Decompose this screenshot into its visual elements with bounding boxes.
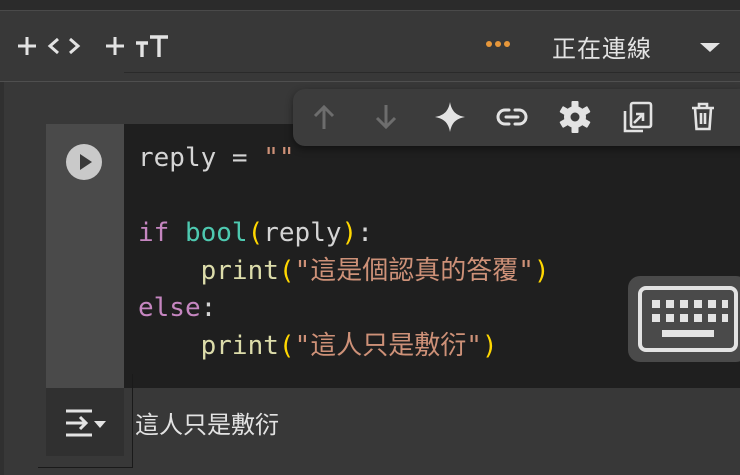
code-token: reply [263,218,342,248]
code-token: ( [278,255,295,286]
output-actions-button[interactable] [60,400,110,446]
code-token: ( [278,330,295,361]
code-token: reply [138,143,217,173]
code-token: : [357,218,373,248]
output-divider-vertical [132,374,133,468]
delete-cell-button[interactable] [685,99,721,135]
code-token: ( [247,218,264,248]
add-text-button[interactable] [104,31,174,61]
cell-top-divider [124,72,740,73]
virtual-keyboard-button[interactable] [628,276,740,362]
window-top-strip [0,0,740,11]
cell-toolbar [293,89,740,146]
move-cell-down-button[interactable] [368,99,404,135]
code-token: bool [184,218,248,248]
dot-2 [495,41,501,47]
run-cell-button[interactable] [66,144,102,180]
code-token: "這人只是敷衍" [294,330,482,361]
code-token: ) [341,218,358,248]
code-token: ) [533,255,550,286]
connection-dropdown-button[interactable] [698,39,722,58]
code-token: print [200,330,279,361]
mirror-cell-icon [623,101,653,133]
code-token: "" [263,143,295,173]
code-token: : [200,293,217,323]
move-cell-up-button[interactable] [306,99,342,135]
plus-text-icon [106,35,168,57]
output-divider-horizontal [38,467,133,468]
gemini-button[interactable] [432,99,468,135]
code-token: ) [481,330,498,361]
cell-settings-button[interactable] [557,99,593,135]
code-token: if [138,218,170,248]
code-token: print [200,255,279,286]
code-editor[interactable]: reply = "" if bool(reply): print("這是個認真的… [138,140,550,365]
mirror-cell-button[interactable] [620,99,656,135]
keyboard-icon [638,286,738,352]
link-to-cell-button[interactable] [494,99,530,135]
code-token: = [216,143,264,173]
trash-icon [692,102,714,131]
output-text: 這人只是敷衍 [135,411,279,439]
arrow-up-icon [313,104,335,129]
output-actions-icon [66,409,106,437]
notebook-left-edge [0,82,4,475]
play-icon [80,154,92,170]
connection-status[interactable]: 正在連線 [552,29,652,64]
add-code-button[interactable] [14,31,82,61]
sparkle-icon [435,102,465,132]
dot-3 [504,41,510,47]
code-token: "這是個認真的答覆" [294,255,534,286]
code-token: else [138,293,201,323]
gear-icon [559,101,591,133]
arrow-down-icon [375,105,397,130]
connecting-indicator [486,41,510,53]
link-icon [496,108,528,126]
caret-down-icon [700,43,720,52]
dot-1 [486,41,492,47]
plus-code-icon [18,37,81,55]
